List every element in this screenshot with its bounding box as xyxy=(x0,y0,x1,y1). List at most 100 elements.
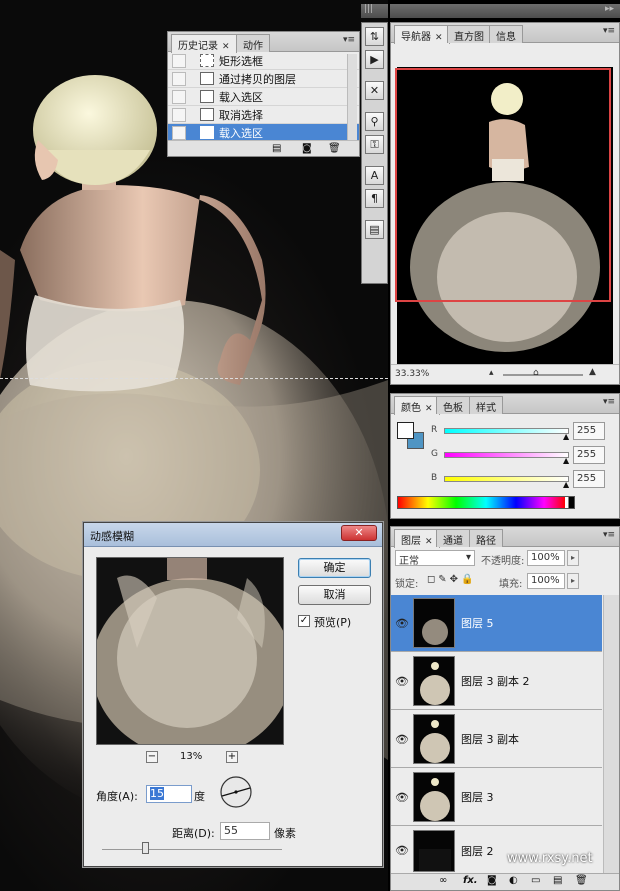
tab-styles[interactable]: 样式 xyxy=(469,396,503,414)
panel-menu-icon[interactable]: ▾≡ xyxy=(603,397,615,407)
panel-menu-icon[interactable]: ▾≡ xyxy=(343,35,355,45)
layer-comps-icon[interactable]: ▤ xyxy=(365,220,384,239)
zoom-slider[interactable] xyxy=(503,374,583,376)
tab-paths[interactable]: 路径 xyxy=(469,529,503,547)
close-icon[interactable]: ✕ xyxy=(341,525,377,541)
distance-slider-thumb[interactable] xyxy=(142,842,149,854)
blue-value-field[interactable]: 255 xyxy=(573,470,605,488)
zoom-percentage[interactable]: 33.33% xyxy=(395,369,429,379)
zoom-slider-thumb[interactable]: ⌂ xyxy=(533,368,539,378)
tab-navigator[interactable]: 导航器 ✕ xyxy=(394,25,450,44)
slider-thumb-icon[interactable]: ▲ xyxy=(563,432,569,441)
layer-row[interactable]: 👁 图层 5 xyxy=(391,595,602,652)
angle-dial[interactable] xyxy=(219,775,253,809)
fill-arrow-icon[interactable]: ▸ xyxy=(567,573,579,589)
eye-icon[interactable]: 👁 xyxy=(391,675,413,688)
tab-actions[interactable]: 动作 xyxy=(236,34,270,52)
slider-thumb-icon[interactable]: ▲ xyxy=(563,456,569,465)
tab-channels[interactable]: 通道 xyxy=(436,529,470,547)
tab-info[interactable]: 信息 xyxy=(489,25,523,43)
close-icon[interactable]: ✕ xyxy=(222,42,230,52)
clone-source-icon[interactable]: ⚿ xyxy=(365,135,384,154)
blend-mode-select[interactable]: 正常 ▾ xyxy=(395,550,475,567)
zoom-out-button[interactable]: − xyxy=(146,751,158,763)
cancel-button[interactable]: 取消 xyxy=(298,585,371,605)
tab-layers[interactable]: 图层 ✕ xyxy=(394,529,440,548)
history-state-icon xyxy=(200,54,214,67)
eye-icon[interactable]: 👁 xyxy=(391,844,413,857)
layer-thumbnail xyxy=(413,829,455,872)
tab-histogram[interactable]: 直方图 xyxy=(447,25,491,43)
snapshot-camera-icon[interactable]: ◙ xyxy=(302,143,312,154)
fill-field[interactable]: 100% xyxy=(527,573,565,589)
tab-color[interactable]: 颜色 ✕ xyxy=(394,396,440,415)
new-group-icon[interactable]: ▭ xyxy=(531,875,540,886)
paragraph-icon[interactable]: ¶ xyxy=(365,189,384,208)
foreground-color-swatch[interactable] xyxy=(397,422,414,439)
eye-icon[interactable]: 👁 xyxy=(391,733,413,746)
trash-icon[interactable]: 🗑 xyxy=(328,143,341,154)
selection-marquee xyxy=(0,378,388,379)
filter-preview[interactable] xyxy=(96,557,284,745)
tab-history[interactable]: 历史记录 ✕ xyxy=(171,34,237,53)
history-item[interactable]: 矩形选框 xyxy=(168,52,359,70)
navigator-view-box[interactable] xyxy=(395,68,611,302)
dock-collapse-bar[interactable]: ||| xyxy=(361,4,388,18)
blue-slider[interactable] xyxy=(444,476,569,482)
close-icon[interactable]: ✕ xyxy=(425,404,433,414)
history-panel: 历史记录 ✕ 动作 ▾≡ 矩形选框 通过拷贝的图层 载入选区 取消选择 载入选区 … xyxy=(167,31,360,157)
close-icon[interactable]: ✕ xyxy=(435,33,443,43)
distance-input[interactable]: 55 xyxy=(220,822,270,840)
lock-icons[interactable]: ◻✎✥🔒 xyxy=(427,574,477,585)
fx-icon[interactable]: fx. xyxy=(463,875,478,886)
snapshot-source-checkbox[interactable] xyxy=(172,125,186,140)
red-value-field[interactable]: 255 xyxy=(573,422,605,440)
blue-slider-row: B ▲ 255 xyxy=(431,470,617,490)
green-value-field[interactable]: 255 xyxy=(573,446,605,464)
snapshot-source-checkbox[interactable] xyxy=(172,71,186,86)
panel-menu-icon[interactable]: ▾≡ xyxy=(603,530,615,540)
dock-collapse-bar-right[interactable]: ▸▸ xyxy=(390,4,620,18)
new-document-icon[interactable]: ▤ xyxy=(272,143,281,154)
link-layers-icon[interactable]: ∞ xyxy=(439,875,447,886)
history-item[interactable]: 取消选择 xyxy=(168,106,359,124)
opacity-field[interactable]: 100% xyxy=(527,550,565,566)
eye-icon[interactable]: 👁 xyxy=(391,791,413,804)
layer-row[interactable]: 👁 图层 3 副本 xyxy=(391,711,602,768)
character-icon[interactable]: A xyxy=(365,166,384,185)
zoom-in-button[interactable]: + xyxy=(226,751,238,763)
layer-mask-icon[interactable]: ◙ xyxy=(487,875,497,886)
distance-slider[interactable] xyxy=(102,849,282,850)
layer-row[interactable]: 👁 图层 3 副本 2 xyxy=(391,653,602,710)
history-panel-icon[interactable]: ⇅ xyxy=(365,27,384,46)
tab-swatches[interactable]: 色板 xyxy=(436,396,470,414)
opacity-arrow-icon[interactable]: ▸ xyxy=(567,550,579,566)
slider-thumb-icon[interactable]: ▲ xyxy=(563,480,569,489)
tool-presets-icon[interactable]: ✕ xyxy=(365,81,384,100)
snapshot-source-checkbox[interactable] xyxy=(172,107,186,122)
new-layer-icon[interactable]: ▤ xyxy=(553,875,562,886)
history-item[interactable]: 载入选区 xyxy=(168,88,359,106)
snapshot-source-checkbox[interactable] xyxy=(172,53,186,68)
zoom-in-icon[interactable]: ▲ xyxy=(589,367,596,377)
layer-row[interactable]: 👁 图层 3 xyxy=(391,769,602,826)
red-slider[interactable] xyxy=(444,428,569,434)
history-item[interactable]: 通过拷贝的图层 xyxy=(168,70,359,88)
zoom-out-icon[interactable]: ▴ xyxy=(489,368,494,378)
trash-icon[interactable]: 🗑 xyxy=(575,875,588,886)
adjustment-layer-icon[interactable]: ◐ xyxy=(509,875,518,886)
actions-panel-icon[interactable]: ▶ xyxy=(365,50,384,69)
snapshot-source-checkbox[interactable] xyxy=(172,89,186,104)
eye-icon[interactable]: 👁 xyxy=(391,617,413,630)
dialog-titlebar[interactable]: 动感模糊 ✕ xyxy=(84,523,382,547)
preview-checkbox[interactable]: ✓ xyxy=(298,615,310,627)
layers-scrollbar[interactable] xyxy=(603,595,619,875)
angle-input[interactable]: 15 xyxy=(146,785,192,803)
close-icon[interactable]: ✕ xyxy=(425,537,433,547)
history-scrollbar[interactable] xyxy=(347,54,357,140)
brushes-icon[interactable]: ⚲ xyxy=(365,112,384,131)
green-slider[interactable] xyxy=(444,452,569,458)
ok-button[interactable]: 确定 xyxy=(298,558,371,578)
color-spectrum-bar[interactable] xyxy=(397,496,575,509)
panel-menu-icon[interactable]: ▾≡ xyxy=(603,26,615,36)
